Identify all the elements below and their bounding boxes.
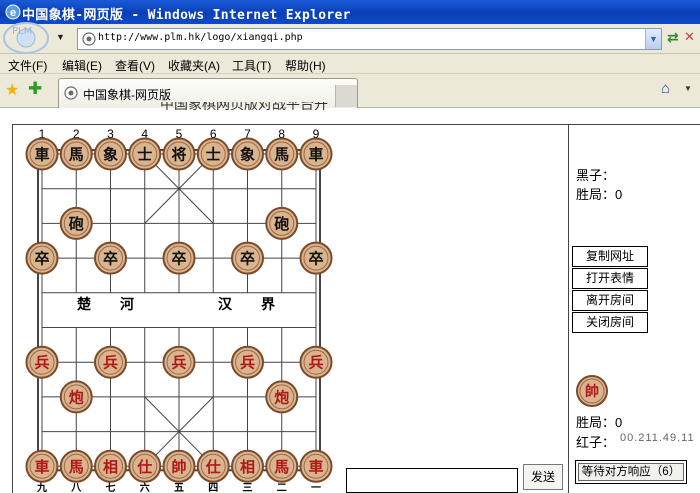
refresh-icon[interactable]: ⇄ (667, 29, 683, 47)
leave-room-button[interactable]: 离开房间 (572, 290, 648, 311)
menu-help[interactable]: 帮助(H) (285, 57, 326, 74)
address-field[interactable]: http://www.plm.hk/logo/xiangqi.php ▼ (77, 28, 662, 50)
menu-file[interactable]: 文件(F) (8, 57, 47, 74)
red-player-ip: 00.211.49.11 (620, 432, 695, 444)
address-dropdown-icon[interactable]: ▼ (645, 29, 661, 49)
tab-favicon-icon (64, 86, 78, 100)
menu-edit[interactable]: 编辑(E) (62, 57, 102, 74)
tab-bar: ★ ✚ 中国象棋-网页版 ⌂ ▼ (0, 74, 700, 108)
stop-icon[interactable]: ✕ (684, 29, 698, 47)
tab-label: 中国象棋-网页版 (83, 88, 171, 102)
red-wins: 胜局：0 (576, 415, 623, 430)
page-heading-partial: 中国象棋网页版对战平台开 (160, 102, 328, 110)
copy-url-button[interactable]: 复制网址 (572, 246, 648, 267)
favorites-star-icon[interactable]: ★ (5, 80, 19, 100)
open-emoji-button[interactable]: 打开表情 (572, 268, 648, 289)
menu-view[interactable]: 查看(V) (115, 57, 155, 74)
game-area (12, 124, 569, 493)
back-dropdown-icon[interactable]: ▼ (56, 32, 66, 44)
site-favicon-icon (82, 32, 96, 46)
chat-input[interactable] (346, 468, 518, 493)
address-bar: PLM ▼ http://www.plm.hk/logo/xiangqi.php… (0, 22, 700, 54)
home-icon[interactable]: ⌂ (661, 80, 670, 97)
send-button[interactable]: 发送 (523, 464, 563, 490)
menu-favorites[interactable]: 收藏夹(A) (168, 57, 220, 74)
waiting-response-button[interactable]: 等待对方响应（6） (578, 463, 684, 481)
home-dropdown-icon[interactable]: ▼ (684, 84, 692, 93)
window-title: 中国象棋-网页版 - Windows Internet Explorer (22, 8, 351, 23)
new-tab-button[interactable] (335, 85, 357, 107)
menu-tools[interactable]: 工具(T) (232, 57, 271, 74)
url-text: http://www.plm.hk/logo/xiangqi.php (98, 32, 303, 43)
close-room-button[interactable]: 关闭房间 (572, 312, 648, 333)
add-favorite-icon[interactable]: ✚ (28, 79, 42, 99)
menu-bar: 文件(F) 编辑(E) 查看(V) 收藏夹(A) 工具(T) 帮助(H) (0, 54, 700, 74)
title-bar: e 中国象棋-网页版 - Windows Internet Explorer (0, 0, 700, 24)
plm-watermark-text: PLM (12, 26, 33, 37)
black-wins: 胜局：0 (576, 187, 623, 202)
red-king-badge: 帥 (576, 375, 608, 407)
black-player-label: 黑子： (576, 168, 616, 183)
red-king-badge-text: 帥 (585, 383, 599, 400)
red-player-label: 红子： (576, 435, 616, 450)
